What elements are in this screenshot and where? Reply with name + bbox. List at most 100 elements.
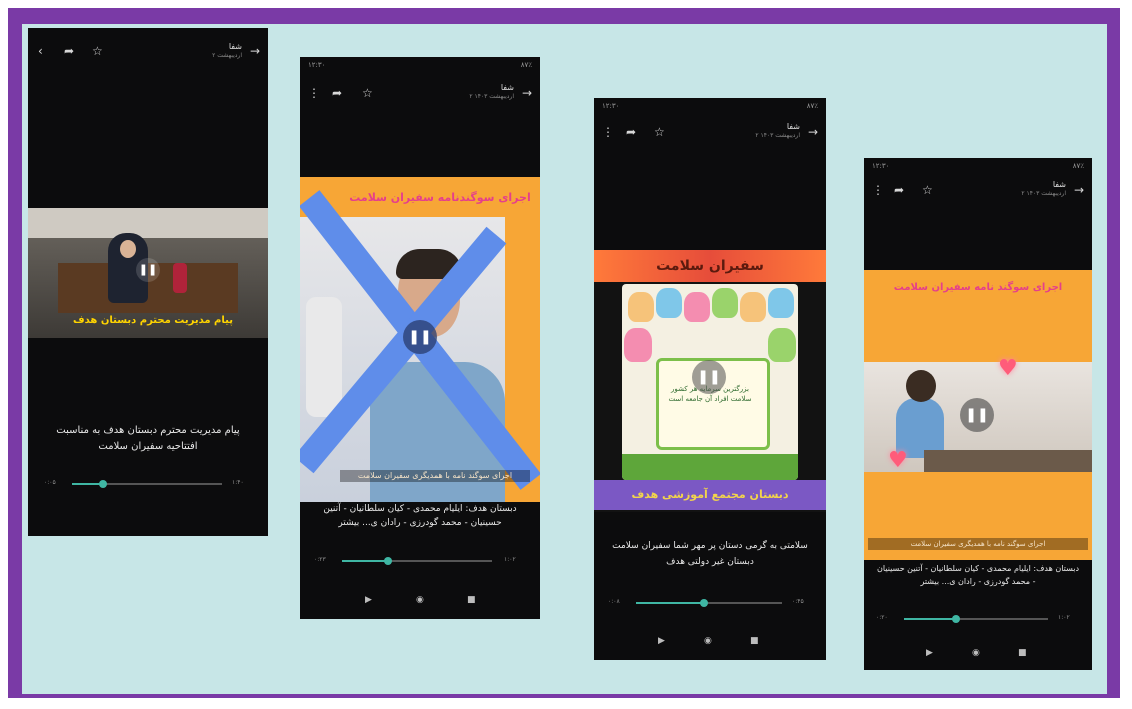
- forward-icon[interactable]: →: [808, 126, 818, 138]
- cartoon-kid: [628, 292, 654, 322]
- seek-knob[interactable]: [952, 615, 960, 623]
- star-icon[interactable]: ☆: [362, 87, 373, 99]
- time-total: ۰:۴۵: [792, 598, 804, 605]
- forward-icon[interactable]: →: [1074, 184, 1084, 196]
- chat-subtitle: ۲ اردیبهشت ۱۴۰۳: [469, 93, 514, 100]
- cartoon-kid: [768, 328, 796, 362]
- time-current: ۰:۲۳: [314, 556, 326, 563]
- top-bar: ⋮ ➦ ☆ شفا ۲ اردیبهشت ۱۴۰۳ →: [300, 81, 540, 107]
- seek-bar[interactable]: [72, 480, 222, 488]
- status-battery: ۸۷٪: [1072, 162, 1084, 170]
- top-bar: ‹ ➦ ☆ شفا ۲ اردیبهشت →: [28, 40, 268, 66]
- seek-knob[interactable]: [700, 599, 708, 607]
- pause-icon[interactable]: ❚❚: [136, 258, 160, 282]
- seek-bar[interactable]: [636, 599, 782, 607]
- stop-icon[interactable]: ■: [467, 595, 476, 605]
- seek-fill: [72, 483, 102, 485]
- menu-icon[interactable]: ⋮: [602, 126, 614, 138]
- banner-top: سفیران سلامت: [594, 250, 826, 282]
- home-icon[interactable]: ◉: [416, 595, 424, 605]
- arrow-icon[interactable]: →: [250, 45, 260, 57]
- seek-fill: [904, 618, 955, 620]
- cartoon-kid: [656, 288, 682, 318]
- heart-icon: ♥: [888, 448, 908, 473]
- seek-fill: [342, 560, 387, 562]
- chat-title-text: شفا: [228, 42, 242, 51]
- seek-bar[interactable]: [342, 557, 492, 565]
- seek-knob[interactable]: [384, 557, 392, 565]
- pause-icon[interactable]: ❚❚: [960, 398, 994, 432]
- share-icon[interactable]: ➦: [626, 126, 636, 138]
- share-icon[interactable]: ➦: [894, 184, 904, 196]
- banner-title: اجرای سوگندنامه سفیران سلامت: [349, 191, 531, 204]
- phone-screenshot-4: ۱۲:۳۰ ۸۷٪ ⋮ ➦ ☆ شفا ۲ اردیبهشت ۱۴۰۳ → اج…: [864, 158, 1092, 670]
- star-icon[interactable]: ☆: [92, 45, 103, 57]
- banner-title: اجرای سوگند نامه سفیران سلامت: [893, 282, 1063, 293]
- flower-vase: [173, 263, 187, 293]
- seek-knob[interactable]: [99, 480, 107, 488]
- chat-title: شفا ۲ اردیبهشت ۱۴۰۳: [755, 122, 800, 140]
- status-time: ۱۲:۳۰: [602, 102, 620, 110]
- time-current: ۰:۰۸: [608, 598, 620, 605]
- grass: [622, 454, 798, 480]
- back-icon[interactable]: ‹: [38, 45, 43, 57]
- video-caption: پیام مدیریت محترم دبستان هدف به مناسبت ا…: [56, 425, 240, 452]
- phone-screenshot-2: ۱۲:۳۰ ۸۷٪ ⋮ ➦ ☆ شفا ۲ اردیبهشت ۱۴۰۳ → اج…: [300, 57, 540, 619]
- share-icon[interactable]: ➦: [64, 45, 74, 57]
- video-caption: دبستان هدف: ایلیام محمدی - کیان سلطانیان…: [323, 504, 517, 528]
- chat-title-text: شفا: [500, 83, 514, 92]
- status-battery: ۸۷٪: [806, 102, 818, 110]
- pause-icon[interactable]: ❚❚: [692, 360, 726, 394]
- status-bar: ۱۲:۳۰ ۸۷٪: [864, 162, 1092, 172]
- forward-icon[interactable]: →: [522, 87, 532, 99]
- seek-bar[interactable]: [904, 615, 1048, 623]
- banner-bottom: دبستان مجتمع آموزشی هدف: [594, 480, 826, 510]
- video-caption: دبستان هدف: ایلیام محمدی - کیان سلطانیان…: [877, 564, 1079, 586]
- status-bar: ۱۲:۳۰ ۸۷٪: [300, 61, 540, 71]
- video-overlay-text: پیام مدیریت محترم دبستان هدف: [73, 315, 233, 326]
- time-current: ۰:۰۵: [44, 479, 56, 486]
- top-bar: ⋮ ➦ ☆ شفا ۲ اردیبهشت ۱۴۰۳ →: [594, 120, 826, 146]
- cartoon-kid: [768, 288, 794, 318]
- collage-canvas: ‹ ➦ ☆ شفا ۲ اردیبهشت → پیام مدیریت محترم…: [22, 24, 1107, 694]
- stop-icon[interactable]: ■: [750, 636, 759, 646]
- video-frame[interactable]: اجرای سوگندنامه سفیران سلامت ❚❚ اجرای سو…: [300, 177, 540, 502]
- status-bar: ۱۲:۳۰ ۸۷٪: [594, 102, 826, 112]
- stop-icon[interactable]: ■: [1018, 648, 1027, 658]
- video-overlay-caption: اجرای سوگند نامه با همدیگری سفیران سلامت: [868, 538, 1088, 550]
- play-icon[interactable]: ▶: [658, 636, 665, 646]
- video-frame[interactable]: اجرای سوگند نامه سفیران سلامت ♥ ♥ ❚❚ اجر…: [864, 270, 1092, 560]
- pause-icon[interactable]: ❚❚: [403, 320, 437, 354]
- share-icon[interactable]: ➦: [332, 87, 342, 99]
- boy-head: [906, 370, 936, 402]
- star-icon[interactable]: ☆: [654, 126, 665, 138]
- cartoon-kid: [684, 292, 710, 322]
- phone-screenshot-3: ۱۲:۳۰ ۸۷٪ ⋮ ➦ ☆ شفا ۲ اردیبهشت ۱۴۰۳ → سف…: [594, 98, 826, 660]
- play-icon[interactable]: ▶: [926, 648, 933, 658]
- chat-title: شفا ۲ اردیبهشت: [212, 42, 242, 60]
- chat-subtitle: ۲ اردیبهشت ۱۴۰۳: [1021, 190, 1066, 197]
- status-time: ۱۲:۳۰: [872, 162, 890, 170]
- play-icon[interactable]: ▶: [365, 595, 372, 605]
- menu-icon[interactable]: ⋮: [872, 184, 884, 196]
- cartoon-kid: [740, 292, 766, 322]
- chat-subtitle: ۲ اردیبهشت ۱۴۰۳: [755, 132, 800, 139]
- chat-title-text: شفا: [1052, 180, 1066, 189]
- home-icon[interactable]: ◉: [704, 636, 712, 646]
- home-icon[interactable]: ◉: [972, 648, 980, 658]
- video-frame[interactable]: سفیران سلامت بزرگترین سرمایه هر کشور سلا…: [594, 250, 826, 512]
- chat-title: شفا ۲ اردیبهشت ۱۴۰۳: [469, 83, 514, 101]
- table: [924, 450, 1092, 472]
- time-current: ۰:۲۰: [876, 614, 888, 621]
- star-icon[interactable]: ☆: [922, 184, 933, 196]
- cartoon-kid: [624, 328, 652, 362]
- seek-fill: [636, 602, 702, 604]
- video-frame[interactable]: پیام مدیریت محترم دبستان هدف ❚❚: [28, 208, 268, 338]
- heart-icon: ♥: [998, 356, 1018, 381]
- time-total: ۱:۰۲: [504, 556, 516, 563]
- presenter-face: [120, 240, 136, 258]
- cartoon-kid: [712, 288, 738, 318]
- time-total: ۱:۰۲: [1058, 614, 1070, 621]
- time-total: ۱:۴۰: [232, 479, 244, 486]
- menu-icon[interactable]: ⋮: [308, 87, 320, 99]
